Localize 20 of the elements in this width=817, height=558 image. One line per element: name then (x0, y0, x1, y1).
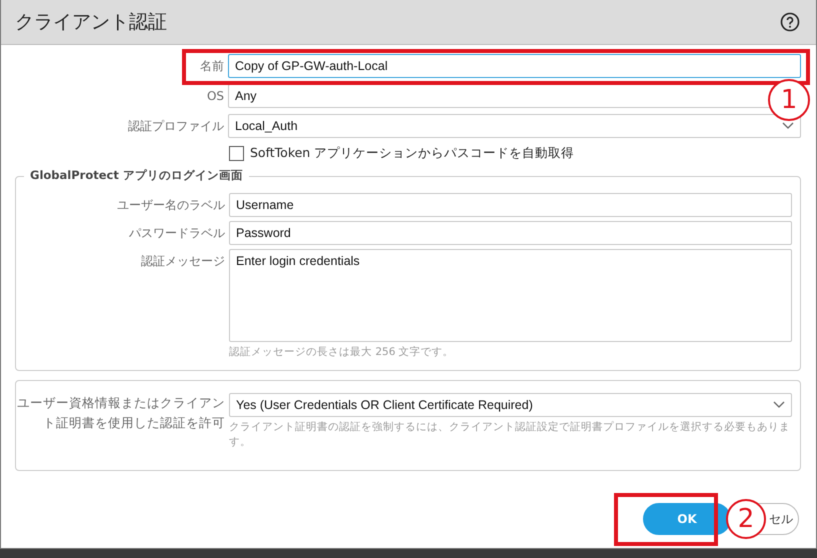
section-title: GlobalProtect アプリのログイン画面 (24, 168, 249, 183)
field-label: 名前 (199, 58, 224, 75)
field-label: パスワードラベル (128, 225, 225, 242)
field-label: ユーザー名のラベル (116, 197, 225, 214)
dropdown-field[interactable]: Yes (User Credentials OR Client Certificate Required) (229, 393, 792, 417)
dialog-title: クライアント認証 (15, 10, 167, 35)
checkbox-label: SoftToken アプリケーションからパスコードを自動取得 (250, 145, 574, 162)
hint-text: クライアント証明書の認証を強制するには、クライアント認証設定で証明書プロファイルを選択する必要もあります。 (229, 420, 791, 450)
field-label: 認証メッセージ (140, 253, 225, 270)
input-field[interactable]: Password (229, 221, 792, 245)
input-field[interactable]: Username (229, 193, 792, 217)
field-label: 認証プロファイル (127, 118, 224, 135)
field-label: OS (206, 88, 224, 105)
text-area[interactable]: Enter login credentials (229, 249, 792, 342)
step-number-overlay: 1 (768, 79, 810, 121)
hint-text: 認証メッセージの長さは最大 256 文字です。 (229, 345, 455, 360)
step-number-overlay: 2 (726, 499, 766, 539)
field-label: ユーザー資格情報またはクライアント証明書を使用した認証を許可 (16, 394, 225, 432)
dropdown-field[interactable]: Local_Auth (228, 114, 801, 138)
input-field[interactable]: Copy of GP-GW-auth-Local (228, 54, 801, 78)
